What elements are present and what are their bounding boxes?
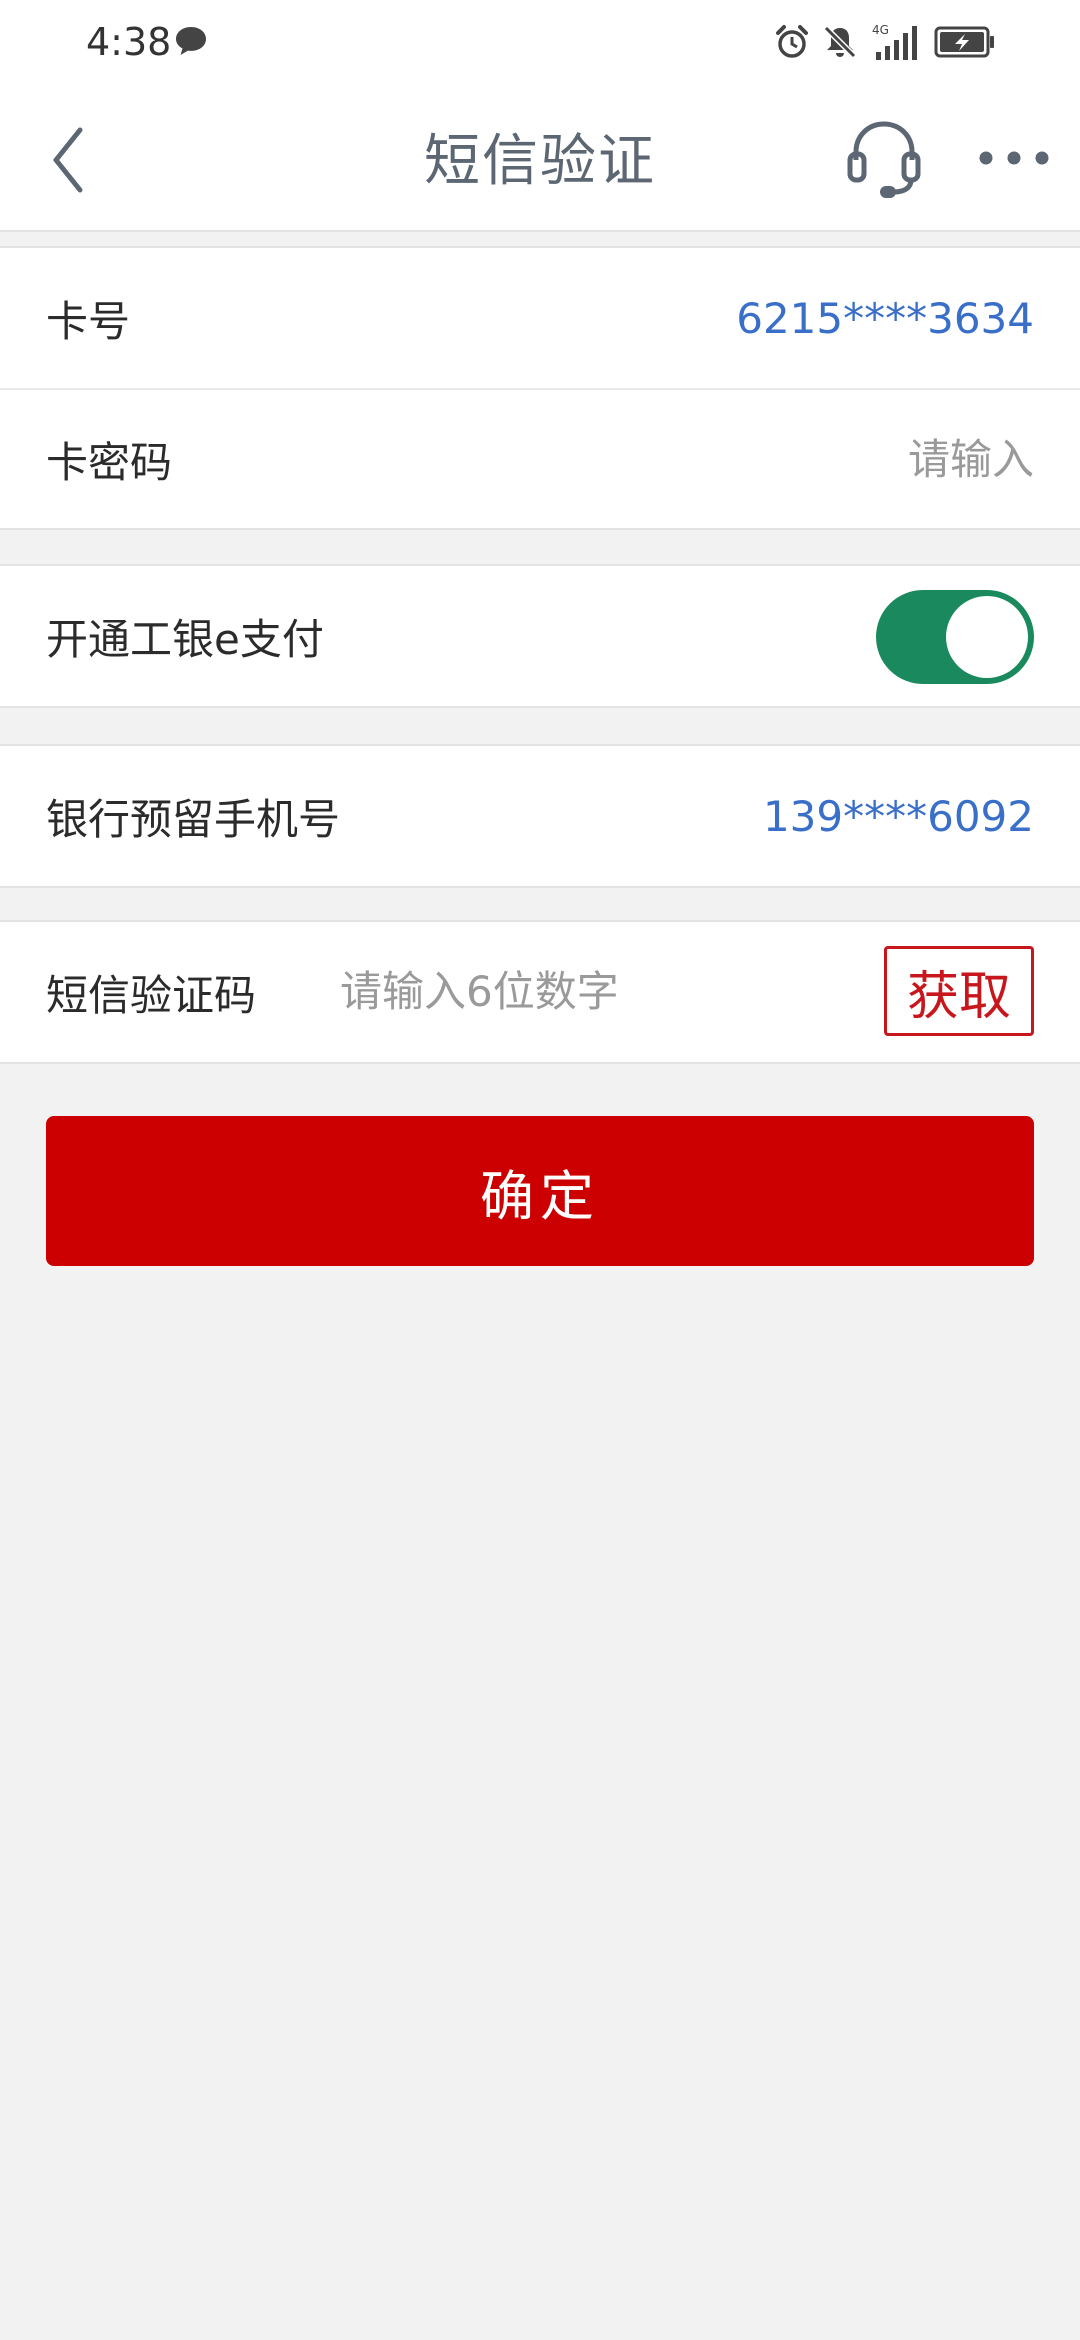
network-type-label: 4G bbox=[872, 23, 889, 37]
status-time: 4:38 bbox=[86, 20, 172, 64]
card-number-value: 6215****3634 bbox=[736, 293, 1034, 343]
phone-label: 银行预留手机号 bbox=[46, 794, 341, 844]
navbar: 短信验证 bbox=[0, 84, 1080, 232]
get-code-button[interactable]: 获取 bbox=[884, 946, 1034, 1036]
message-icon bbox=[174, 24, 208, 58]
card-info-group: 卡号 6215****3634 卡密码 bbox=[0, 246, 1080, 530]
epay-row: 开通工银e支付 bbox=[0, 566, 1080, 706]
card-password-label: 卡密码 bbox=[46, 437, 173, 487]
alarm-icon bbox=[774, 24, 810, 60]
sms-group: 短信验证码 获取 bbox=[0, 920, 1080, 1064]
epay-label: 开通工银e支付 bbox=[46, 614, 324, 664]
toggle-knob bbox=[946, 596, 1028, 678]
confirm-button[interactable]: 确定 bbox=[46, 1116, 1034, 1266]
status-icons: 4G bbox=[774, 20, 996, 64]
status-bar: 4:38 4G bbox=[0, 0, 1080, 84]
sms-row: 短信验证码 获取 bbox=[0, 922, 1080, 1062]
battery-charging-icon bbox=[934, 25, 996, 59]
card-password-input[interactable] bbox=[534, 424, 1034, 494]
mute-icon bbox=[822, 24, 858, 60]
card-number-label: 卡号 bbox=[46, 296, 131, 346]
signal-icon: 4G bbox=[870, 22, 922, 62]
card-number-row: 卡号 6215****3634 bbox=[0, 248, 1080, 388]
card-password-row: 卡密码 bbox=[0, 388, 1080, 528]
epay-group: 开通工银e支付 bbox=[0, 564, 1080, 708]
phone-value: 139****6092 bbox=[762, 791, 1034, 841]
phone-row: 银行预留手机号 139****6092 bbox=[0, 746, 1080, 886]
sms-code-input[interactable] bbox=[340, 956, 820, 1026]
more-horizontal-icon[interactable] bbox=[978, 138, 1050, 178]
phone-group: 银行预留手机号 139****6092 bbox=[0, 744, 1080, 888]
epay-toggle[interactable] bbox=[876, 590, 1034, 684]
sms-code-label: 短信验证码 bbox=[46, 970, 257, 1020]
headset-icon[interactable] bbox=[846, 116, 922, 200]
